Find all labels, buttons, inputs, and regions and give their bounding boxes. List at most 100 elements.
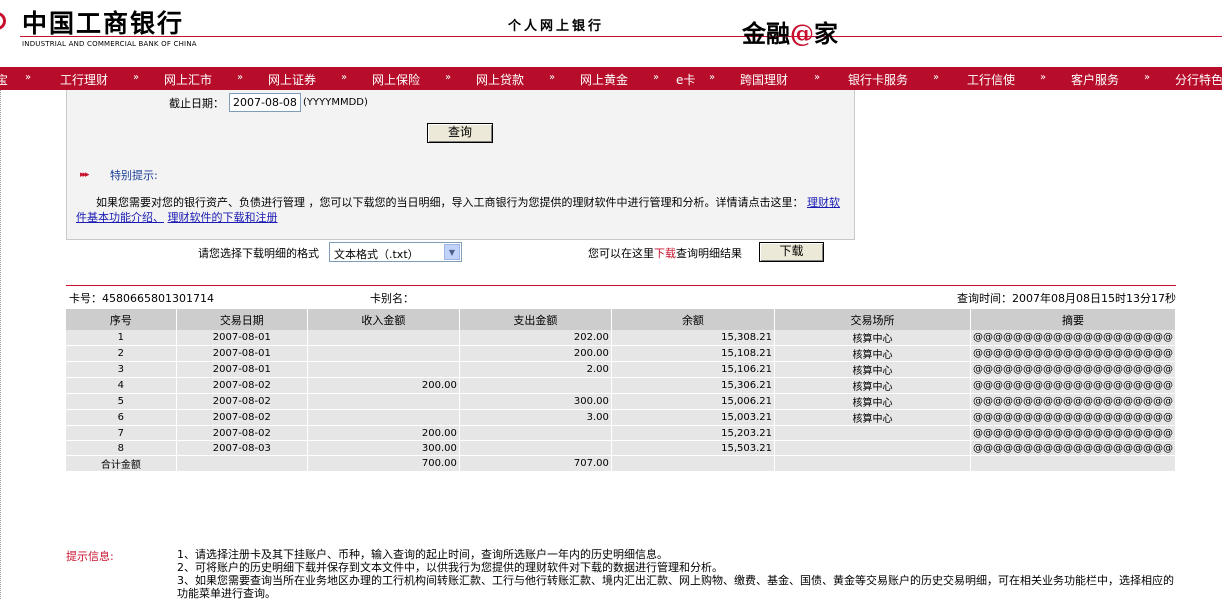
nav-item-insurance[interactable]: 网上保险	[372, 71, 420, 88]
cell-seq: 5	[66, 393, 177, 410]
download-hint: 您可以在这里下载查询明细结果	[588, 245, 742, 261]
cell-income	[307, 393, 460, 410]
tagline: 个人网上银行	[508, 19, 605, 34]
cell-expense: 3.00	[459, 409, 612, 426]
table-total-row: 合计金额 700.00 707.00	[66, 455, 1177, 472]
cell-date: 2007-08-02	[176, 377, 308, 394]
table-row: 5 2007-08-02 300.00 15,006.21 核算中心 @@@@@…	[66, 393, 1177, 410]
nav-item-prev[interactable]: 宝	[0, 71, 8, 88]
nav-item-gold[interactable]: 网上黄金	[580, 71, 628, 88]
jinrong-text-b: 家	[814, 19, 838, 48]
cell-location: 核算中心	[774, 377, 971, 394]
cell-balance: 15,306.21	[611, 377, 776, 394]
cell-seq: 1	[66, 330, 177, 346]
nav-separator: »	[709, 72, 716, 83]
cell-summary: @@@@@@@@@@@@@@@@@@@@	[970, 409, 1177, 426]
nav-separator: »	[933, 72, 940, 83]
col-seq: 序号	[66, 309, 177, 330]
nav-separator: »	[445, 72, 452, 83]
cell-date: 2007-08-01	[176, 361, 308, 378]
tip-title: 特别提示:	[110, 169, 158, 182]
jinrong-jia-logo: 金融@家	[742, 14, 838, 49]
link-software-download[interactable]: 理财软件的下载和注册	[168, 211, 278, 224]
cell-summary: @@@@@@@@@@@@@@@@@@@@	[970, 425, 1177, 441]
notes-list: 1、请选择注册卡及其下挂账户、币种，输入查询的起止时间，查询所选账户一年内的历史…	[177, 548, 1177, 599]
nav-separator: »	[814, 72, 821, 83]
col-expense: 支出金额	[459, 309, 612, 330]
card-alias: 卡别名：	[370, 292, 414, 305]
col-summary: 摘要	[970, 309, 1177, 330]
col-date: 交易日期	[176, 309, 308, 330]
cell-income: 200.00	[307, 377, 460, 394]
nav-item-branch[interactable]: 分行特色	[1175, 71, 1222, 88]
cell-expense: 202.00	[459, 330, 612, 346]
date-format-hint: (YYYYMMDD)	[303, 97, 368, 108]
nav-separator: »	[1144, 72, 1151, 83]
cell-summary: @@@@@@@@@@@@@@@@@@@@	[970, 393, 1177, 410]
cell-expense	[459, 425, 612, 441]
cell-expense: 2.00	[459, 361, 612, 378]
query-button[interactable]: 查询	[427, 123, 493, 143]
cell-date: 2007-08-01	[176, 345, 308, 362]
note-item: 3、如果您需要查询当所在业务地区办理的工行机构间转账汇款、工行与他行转账汇款、境…	[177, 574, 1174, 599]
results-divider	[66, 285, 1176, 286]
end-date-input[interactable]	[229, 93, 301, 112]
cell-income	[307, 345, 460, 362]
nav-item-forex[interactable]: 网上汇市	[164, 71, 212, 88]
cell-location: 核算中心	[774, 361, 971, 378]
nav-item-messenger[interactable]: 工行信使	[967, 71, 1015, 88]
nav-separator: »	[653, 72, 660, 83]
nav-item-ecard[interactable]: e卡	[676, 71, 695, 88]
nav-item-securities[interactable]: 网上证券	[268, 71, 316, 88]
notes-label: 提示信息:	[66, 550, 114, 563]
cell-date: 2007-08-02	[176, 393, 308, 410]
cell-balance: 15,308.21	[611, 330, 776, 346]
nav-item-crossborder[interactable]: 跨国理财	[740, 71, 788, 88]
cell-location: 核算中心	[774, 409, 971, 426]
format-select[interactable]: 文本格式（.txt） ▼	[329, 242, 462, 262]
cell-balance: 15,106.21	[611, 361, 776, 378]
download-hint-suffix: 查询明细结果	[676, 247, 742, 260]
cell-income	[307, 330, 460, 346]
nav-item-finance[interactable]: 工行理财	[60, 71, 108, 88]
download-hint-red: 下载	[654, 247, 676, 260]
cell-summary: @@@@@@@@@@@@@@@@@@@@	[970, 440, 1177, 456]
table-row: 3 2007-08-01 2.00 15,106.21 核算中心 @@@@@@@…	[66, 361, 1177, 378]
cell-location	[774, 440, 971, 456]
cell-seq: 6	[66, 409, 177, 426]
nav-separator: »	[549, 72, 556, 83]
cell-location	[774, 425, 971, 441]
cell-empty	[611, 455, 776, 472]
table-header-row: 序号 交易日期 收入金额 支出金额 余额 交易场所 摘要	[66, 309, 1177, 330]
download-button[interactable]: 下载	[759, 242, 824, 262]
cell-balance: 15,108.21	[611, 345, 776, 362]
cell-seq: 7	[66, 425, 177, 441]
table-row: 4 2007-08-02 200.00 15,306.21 核算中心 @@@@@…	[66, 377, 1177, 394]
col-income: 收入金额	[307, 309, 460, 330]
table-row: 2 2007-08-01 200.00 15,108.21 核算中心 @@@@@…	[66, 345, 1177, 362]
cell-seq: 2	[66, 345, 177, 362]
cell-summary: @@@@@@@@@@@@@@@@@@@@	[970, 330, 1177, 346]
nav-item-cardservice[interactable]: 银行卡服务	[848, 71, 908, 88]
cell-summary: @@@@@@@@@@@@@@@@@@@@	[970, 361, 1177, 378]
nav-separator: »	[25, 72, 32, 83]
cell-seq: 8	[66, 440, 177, 456]
card-number: 卡号：4580665801301714	[69, 292, 214, 305]
nav-item-support[interactable]: 客户服务	[1071, 71, 1119, 88]
cell-location: 核算中心	[774, 393, 971, 410]
arrows-icon: ▸▸▸	[80, 170, 89, 180]
chevron-down-icon[interactable]: ▼	[444, 244, 460, 260]
main-nav: 宝 » 工行理财 » 网上汇市 » 网上证券 » 网上保险 » 网上贷款 » 网…	[0, 67, 1222, 90]
nav-item-loans[interactable]: 网上贷款	[476, 71, 524, 88]
icbc-logo-icon	[0, 12, 6, 30]
cell-date: 2007-08-02	[176, 425, 308, 441]
cell-location: 核算中心	[774, 345, 971, 362]
cell-seq: 4	[66, 377, 177, 394]
logo-divider	[862, 36, 1222, 37]
cell-seq: 3	[66, 361, 177, 378]
download-hint-prefix: 您可以在这里	[588, 247, 654, 260]
col-location: 交易场所	[774, 309, 971, 330]
cell-date: 2007-08-02	[176, 409, 308, 426]
total-expense: 707.00	[459, 455, 612, 472]
nav-separator: »	[237, 72, 244, 83]
